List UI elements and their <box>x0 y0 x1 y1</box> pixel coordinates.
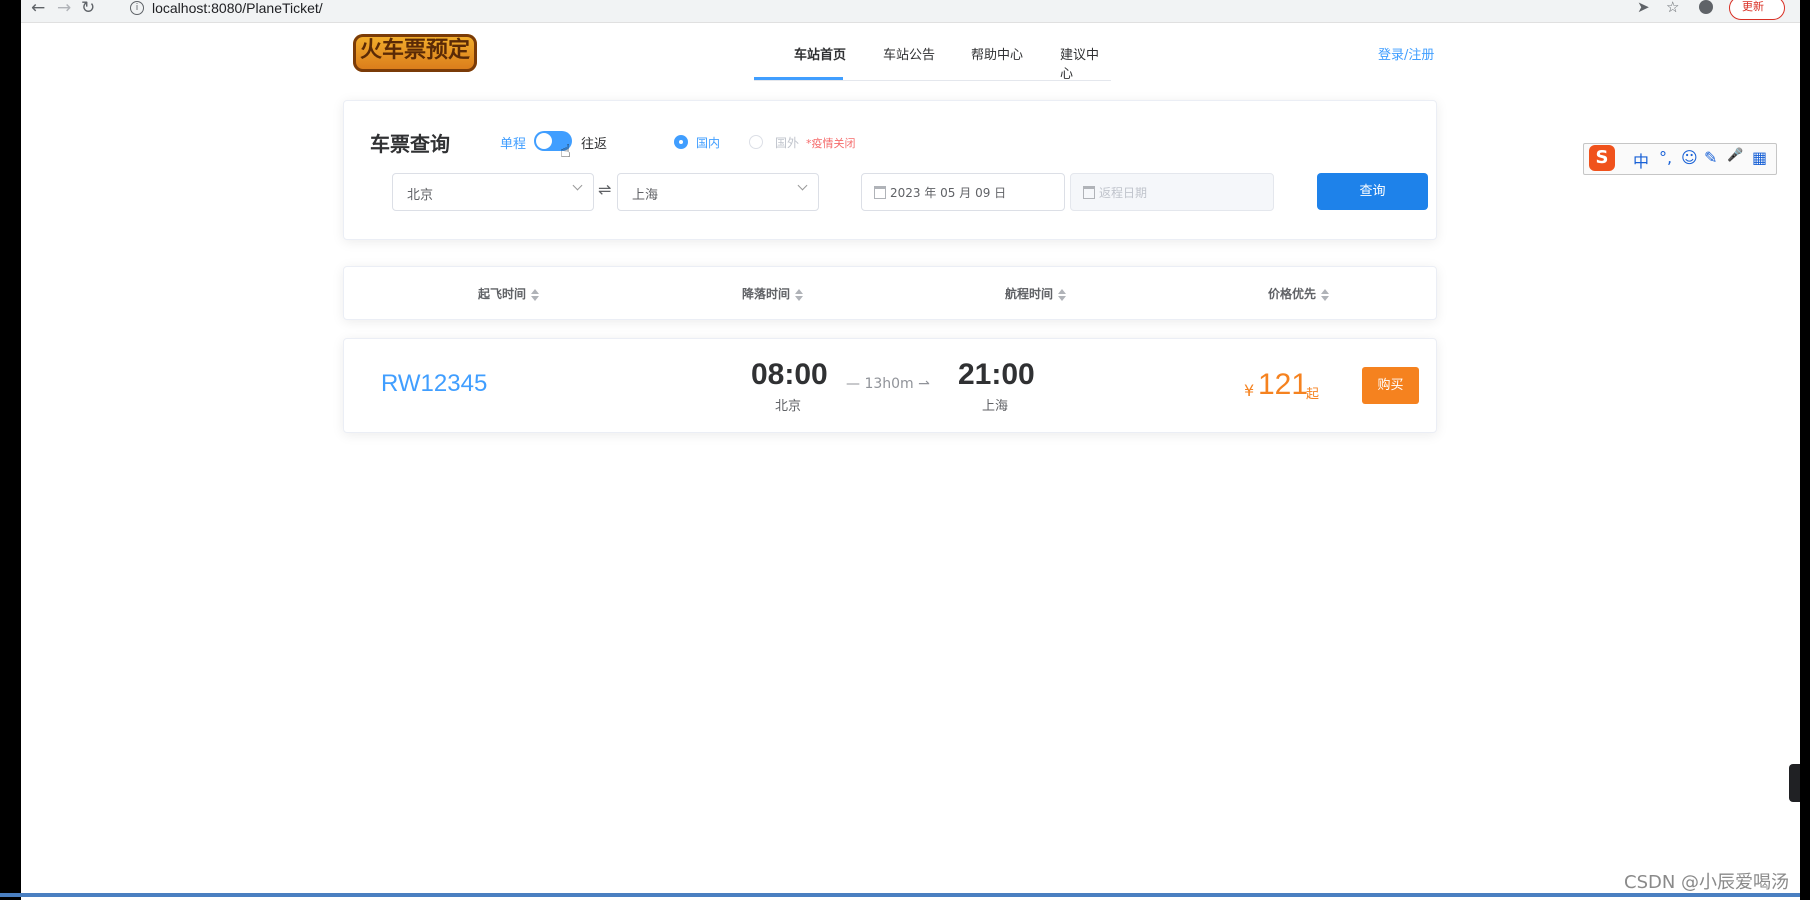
info-icon[interactable]: i <box>130 1 144 15</box>
query-button[interactable]: 查询 <box>1317 173 1428 210</box>
arrive-city: 上海 <box>982 399 1009 414</box>
domestic-radio[interactable] <box>674 135 688 149</box>
sort-depart-time[interactable]: 起飞时间 <box>478 285 540 302</box>
sort-depart-label: 起飞时间 <box>478 287 527 301</box>
sort-arrive-time[interactable]: 降落时间 <box>742 285 804 302</box>
ime-microphone-icon[interactable]: 🎤 <box>1727 148 1743 163</box>
chevron-down-icon <box>572 180 583 191</box>
ime-punctuation-icon[interactable]: °, <box>1659 148 1672 167</box>
address-text[interactable]: localhost:8080/PlaneTicket/ <box>152 0 323 16</box>
sort-icon <box>531 288 540 301</box>
sort-arrive-label: 降落时间 <box>742 287 791 301</box>
toggle-knob <box>536 133 552 149</box>
ime-emoji-icon[interactable]: ☺ <box>1681 148 1698 167</box>
round-trip-label[interactable]: 往返 <box>581 133 607 152</box>
train-number[interactable]: RW12345 <box>381 370 487 398</box>
browser-toolbar: ← → ↻ i localhost:8080/PlaneTicket/ ➤ ☆ … <box>21 0 1800 23</box>
forward-icon[interactable]: → <box>57 0 71 18</box>
international-radio[interactable] <box>749 135 763 149</box>
sogou-logo-icon[interactable]: S <box>1589 145 1615 171</box>
side-scroll-handle[interactable] <box>1789 764 1800 802</box>
currency-symbol: ¥ <box>1244 381 1255 400</box>
main-nav: 车站首页 车站公告 帮助中心 建议中心 <box>754 28 1111 82</box>
to-city-value: 上海 <box>632 188 659 203</box>
swap-icon[interactable]: ⇌ <box>598 180 611 199</box>
return-date-picker: 返程日期 <box>1070 173 1274 211</box>
nav-item-suggest[interactable]: 建议中心 <box>1060 44 1111 82</box>
update-button[interactable]: 更新 <box>1729 0 1785 20</box>
ime-chinese-mode[interactable]: 中 <box>1633 148 1649 172</box>
sort-icon <box>795 288 804 301</box>
closed-note: *疫情关闭 <box>806 137 856 150</box>
arrive-time: 21:00 <box>958 358 1035 391</box>
one-way-label[interactable]: 单程 <box>500 133 526 152</box>
to-city-select[interactable]: 上海 <box>617 173 819 211</box>
back-icon[interactable]: ← <box>31 0 45 18</box>
dash-left-icon: — <box>846 376 865 392</box>
ime-pen-icon[interactable]: ✎ <box>1704 148 1717 167</box>
arrow-right-icon: ⇀ <box>913 376 930 392</box>
sort-duration-label: 航程时间 <box>1005 287 1054 301</box>
ime-grid-icon[interactable]: ▦ <box>1752 148 1767 167</box>
search-title: 车票查询 <box>370 132 450 156</box>
depart-time: 08:00 <box>751 358 828 391</box>
depart-date-value: 2023 年 05 月 09 日 <box>890 186 1007 200</box>
taskbar-edge <box>0 893 1800 897</box>
profile-avatar-icon[interactable] <box>1699 0 1713 14</box>
calendar-icon <box>874 186 886 199</box>
from-city-select[interactable]: 北京 <box>392 173 594 211</box>
address-bar[interactable] <box>121 0 1681 20</box>
return-date-placeholder: 返程日期 <box>1099 186 1148 200</box>
domestic-label[interactable]: 国内 <box>696 134 720 151</box>
sort-icon <box>1058 288 1067 301</box>
nav-item-help[interactable]: 帮助中心 <box>971 44 1023 63</box>
chevron-down-icon <box>797 180 808 191</box>
price-suffix: 起 <box>1306 387 1320 402</box>
search-card <box>343 100 1437 240</box>
from-city-value: 北京 <box>407 188 434 203</box>
send-icon[interactable]: ➤ <box>1637 0 1650 16</box>
sort-duration[interactable]: 航程时间 <box>1005 285 1067 302</box>
site-logo[interactable]: 火车票预定 <box>353 34 477 72</box>
duration-value: 13h0m <box>864 376 914 392</box>
depart-date-picker[interactable]: 2023 年 05 月 09 日 <box>861 173 1065 211</box>
nav-item-home[interactable]: 车站首页 <box>794 44 846 63</box>
sort-price-label: 价格优先 <box>1268 287 1317 301</box>
sort-icon <box>1321 288 1330 301</box>
watermark: CSDN @小辰爱喝汤 <box>1624 872 1790 893</box>
calendar-icon <box>1083 186 1095 199</box>
nav-item-notice[interactable]: 车站公告 <box>883 44 935 63</box>
international-label: 国外 <box>775 136 800 150</box>
star-icon[interactable]: ☆ <box>1666 0 1679 16</box>
reload-icon[interactable]: ↻ <box>81 0 95 18</box>
login-register-link[interactable]: 登录/注册 <box>1378 44 1434 63</box>
hand-cursor-icon: ☝ <box>560 141 571 162</box>
price-value: 121 <box>1258 368 1309 401</box>
buy-button[interactable]: 购买 <box>1362 367 1419 404</box>
duration: — 13h0m ⇀ <box>846 376 930 392</box>
nav-active-indicator <box>754 77 843 80</box>
depart-city: 北京 <box>775 399 802 414</box>
sort-price[interactable]: 价格优先 <box>1268 285 1330 302</box>
